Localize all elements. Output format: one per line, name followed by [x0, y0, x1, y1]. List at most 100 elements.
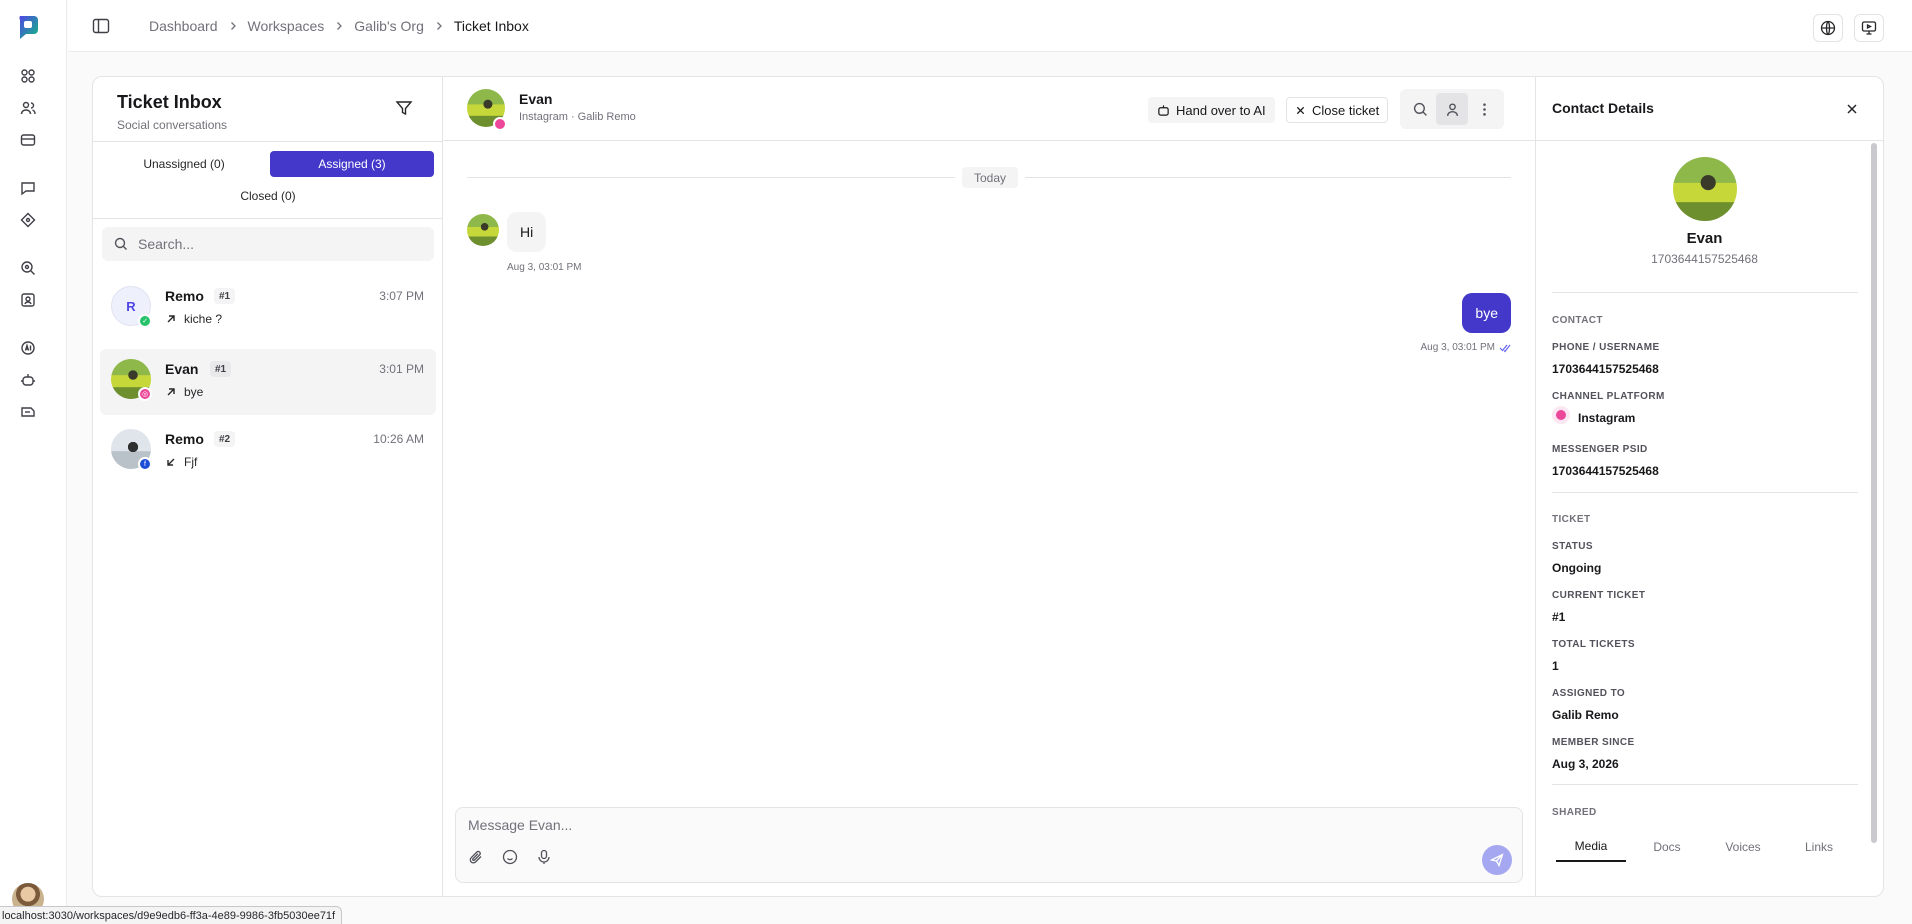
day-separator: Today: [962, 167, 1018, 188]
chevron-right-icon: [436, 22, 442, 30]
divider: [467, 177, 955, 178]
chevron-right-icon: [337, 22, 343, 30]
psid-label: MESSENGER PSID: [1552, 444, 1648, 455]
app-logo[interactable]: [16, 14, 40, 40]
hand-over-ai-button[interactable]: Hand over to AI: [1148, 97, 1275, 123]
tab-docs[interactable]: Docs: [1632, 832, 1702, 862]
arrow-up-right-icon: [167, 388, 175, 396]
conversation-name: Remo: [165, 288, 204, 304]
member-since-label: MEMBER SINCE: [1552, 737, 1635, 748]
total-tickets-label: TOTAL TICKETS: [1552, 639, 1635, 650]
close-icon: [1296, 106, 1305, 114]
status-value: Ongoing: [1552, 561, 1602, 575]
contact-name: Evan: [1686, 230, 1723, 247]
message-timestamp: Aug 3, 03:01 PM: [507, 262, 582, 273]
conversation-time: 10:26 AM: [373, 432, 424, 446]
close-icon[interactable]: [1844, 101, 1860, 117]
tab-unassigned[interactable]: Unassigned (0): [102, 151, 266, 177]
inbox-title: Ticket Inbox: [117, 92, 222, 112]
conversation-time: 3:01 PM: [379, 362, 424, 376]
tab-closed[interactable]: Closed (0): [102, 183, 434, 209]
section-shared: SHARED: [1552, 807, 1597, 818]
user-icon[interactable]: [1436, 93, 1468, 125]
sidebar-rail: [0, 0, 67, 924]
tab-voices[interactable]: Voices: [1708, 832, 1778, 862]
bot-icon[interactable]: [19, 371, 37, 389]
assigned-to-value: Galib Remo: [1552, 708, 1619, 722]
current-ticket-label: CURRENT TICKET: [1552, 590, 1646, 601]
emoji-icon[interactable]: [502, 849, 520, 867]
language-button[interactable]: [1813, 14, 1843, 42]
divider: [93, 218, 443, 219]
chat-contact-name: Evan: [519, 91, 553, 107]
send-icon: [1490, 853, 1504, 867]
support-icon[interactable]: [19, 259, 37, 277]
search-icon[interactable]: [1410, 99, 1430, 119]
message-composer: [455, 807, 1523, 883]
ticket-icon[interactable]: [19, 211, 37, 229]
close-ticket-button[interactable]: Close ticket: [1286, 97, 1389, 123]
total-tickets-value: 1: [1552, 659, 1559, 673]
breadcrumb-org[interactable]: Galib's Org: [354, 18, 424, 34]
whatsapp-icon: ✓: [138, 314, 152, 328]
ai-icon[interactable]: [19, 339, 37, 357]
send-button[interactable]: [1482, 845, 1512, 875]
conversation-item[interactable]: ◎ Evan #1 3:01 PM bye: [100, 349, 436, 415]
dashboard-icon[interactable]: [19, 67, 37, 85]
ticket-inbox-card: Ticket Inbox Social conversations Unassi…: [92, 76, 1884, 897]
breadcrumb-dashboard[interactable]: Dashboard: [149, 18, 218, 34]
platform-value: Instagram: [1578, 411, 1636, 425]
chat-actions: [1400, 89, 1504, 129]
search-input[interactable]: [138, 227, 428, 261]
display-button[interactable]: [1854, 14, 1884, 42]
wallet-icon[interactable]: [19, 131, 37, 149]
message-timestamp: Aug 3, 03:01 PM: [1420, 342, 1496, 353]
divider: [1025, 177, 1511, 178]
phone-value: 1703644157525468: [1552, 362, 1659, 376]
conversation-preview: bye: [184, 385, 204, 399]
tab-links[interactable]: Links: [1784, 832, 1854, 862]
outgoing-message: bye: [1462, 293, 1511, 333]
message-input[interactable]: [468, 817, 1508, 839]
current-ticket-value: #1: [1552, 610, 1566, 624]
conversation-time: 3:07 PM: [379, 289, 424, 303]
platform-label: CHANNEL PLATFORM: [1552, 391, 1665, 402]
inbox-panel: Ticket Inbox Social conversations Unassi…: [93, 77, 443, 896]
conversation-item[interactable]: R ✓ Remo #1 3:07 PM kiche ?: [100, 276, 436, 342]
search-icon: [114, 237, 127, 250]
conversation-item[interactable]: f Remo #2 10:26 AM Fjf: [100, 419, 436, 485]
contact-card-icon[interactable]: [19, 291, 37, 309]
instagram-icon: ◎: [138, 387, 152, 401]
users-icon[interactable]: [19, 99, 37, 117]
monitor-icon: [1861, 21, 1877, 35]
phone-label: PHONE / USERNAME: [1552, 342, 1660, 353]
assigned-to-label: ASSIGNED TO: [1552, 688, 1626, 699]
microphone-icon[interactable]: [536, 849, 554, 867]
arrow-down-left-icon: [167, 458, 175, 466]
hand-over-ai-label: Hand over to AI: [1176, 102, 1266, 118]
divider: [1552, 784, 1858, 785]
tab-media[interactable]: Media: [1556, 832, 1626, 862]
status-label: STATUS: [1552, 541, 1593, 552]
contact-id: 1703644157525468: [1651, 252, 1758, 266]
tab-assigned[interactable]: Assigned (3): [270, 151, 434, 177]
conversation-preview: kiche ?: [184, 312, 223, 326]
filter-icon[interactable]: [395, 99, 413, 117]
ticket-number-badge: #1: [214, 288, 236, 304]
psid-value: 1703644157525468: [1552, 464, 1659, 478]
sidebar-toggle-icon[interactable]: [92, 18, 110, 34]
automation-icon[interactable]: [19, 403, 37, 421]
status-bar-url: localhost:3030/workspaces/d9e9edb6-ff3a-…: [0, 906, 343, 924]
top-bar: Dashboard Workspaces Galib's Org Ticket …: [68, 0, 1912, 52]
member-since-value: Aug 3, 2026: [1552, 757, 1619, 771]
breadcrumb-workspaces[interactable]: Workspaces: [248, 18, 325, 34]
scrollbar-thumb[interactable]: [1871, 143, 1877, 843]
chat-header: Evan Instagram · Galib Remo Hand over to…: [443, 77, 1535, 141]
attachment-icon[interactable]: [468, 849, 486, 867]
ticket-number-badge: #2: [214, 431, 236, 447]
chat-icon[interactable]: [19, 179, 37, 197]
breadcrumb-current: Ticket Inbox: [453, 18, 529, 34]
more-vertical-icon[interactable]: [1474, 99, 1494, 119]
scrollbar[interactable]: [1869, 141, 1879, 896]
section-ticket: TICKET: [1552, 514, 1591, 525]
